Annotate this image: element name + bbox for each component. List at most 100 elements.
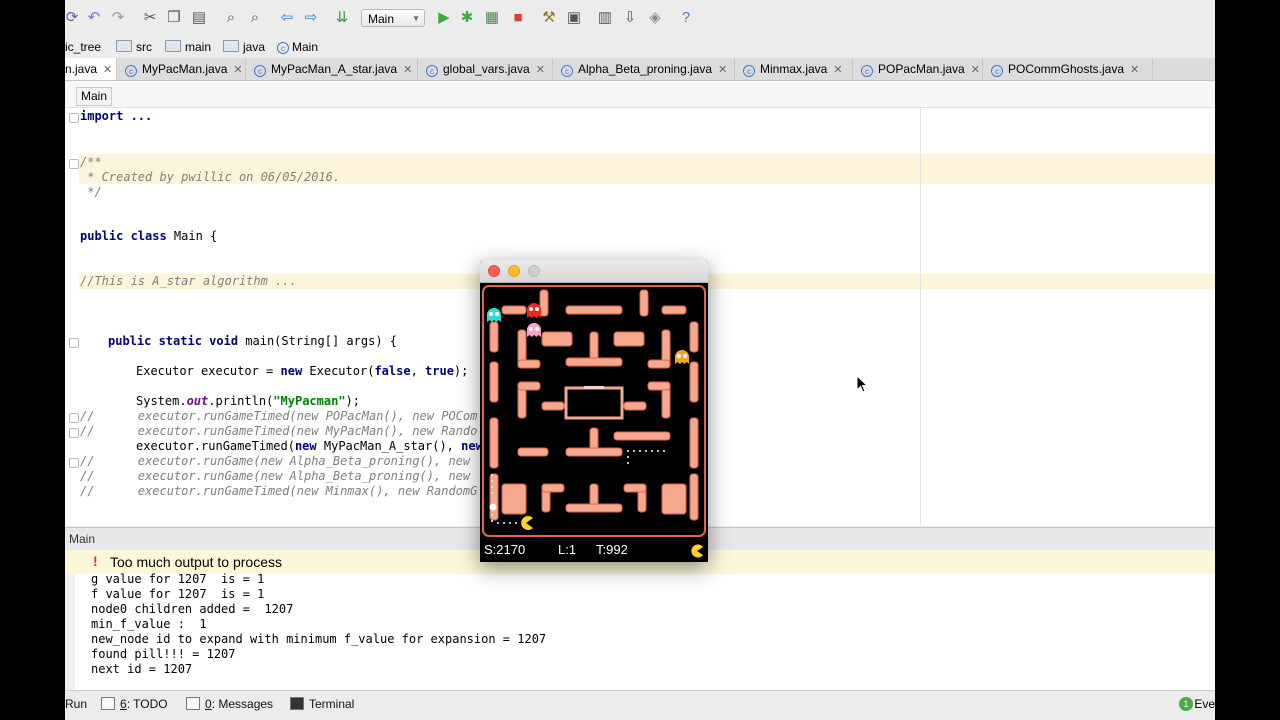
copy-icon[interactable]: ❐ [165, 9, 183, 27]
undo-icon[interactable]: ↶ [85, 9, 103, 27]
pacman-game-window[interactable]: S:2170 L:1 T:992 [480, 260, 708, 562]
maze-wall [613, 431, 671, 441]
help-icon[interactable]: ? [677, 9, 695, 27]
zoom-window-button[interactable] [528, 265, 540, 277]
maze-wall [623, 401, 647, 411]
close-icon[interactable]: ✕ [536, 64, 545, 76]
build-icon[interactable]: ⇊ [333, 9, 351, 27]
console-line: new_node id to expand with minimum f_val… [91, 632, 547, 646]
cut-icon[interactable]: ✂ [141, 9, 159, 27]
close-icon[interactable]: ✕ [403, 64, 412, 76]
back-icon[interactable]: ⇦ [278, 9, 296, 27]
close-icon[interactable]: ✕ [103, 64, 112, 76]
tab-popacman[interactable]: c POPacMan.java ✕ [853, 58, 983, 80]
sync-icon[interactable]: ⟳ [65, 9, 81, 27]
code-line-class: public class Main { [80, 229, 217, 244]
crumb-class[interactable]: c Main [277, 39, 318, 55]
cursor-shape [856, 375, 868, 393]
replace-icon[interactable]: ⌕ [246, 9, 264, 27]
game-titlebar[interactable] [480, 260, 708, 283]
crumb-java[interactable]: java [223, 39, 265, 55]
ghost-eye [529, 327, 533, 331]
console-line: node0 children added = 1207 [91, 602, 294, 616]
run-icon[interactable]: ▶ [435, 9, 453, 27]
tab-label: global_vars.java [443, 62, 530, 76]
tab-mypacman-a-star[interactable]: c MyPacMan_A_star.java ✕ [246, 58, 418, 80]
ghost-body [487, 308, 501, 322]
structure-nav-main[interactable]: Main [76, 87, 113, 106]
code-line-javadoc-close: */ [80, 185, 102, 199]
run-panel-title: Main [69, 532, 96, 546]
lives-pacman-shape [691, 544, 703, 558]
console-line: found pill!!! = 1207 [91, 647, 236, 661]
tab-pocommghosts[interactable]: c POCommGhosts.java ✕ [983, 58, 1153, 80]
maze-wall [623, 483, 647, 493]
todo-tool-button[interactable]: 6: TODO [101, 697, 168, 711]
class-icon: c [426, 65, 438, 77]
sdk-manager-icon[interactable]: ▥ [596, 9, 614, 27]
settings-icon[interactable]: ⚒ [540, 9, 558, 27]
console-output[interactable]: g value for 1207 is = 1 f value for 1207… [65, 572, 1215, 690]
pill [645, 450, 647, 452]
download-icon[interactable]: ⇩ [621, 9, 639, 27]
main-toolbar: ⟳ ↶ ↷ ✂ ❐ ▤ ⌕ ⌕ ⇦ ⇨ ⇊ Main ▼ ▶ ✱ ▦ ■ ⚒ ▣… [65, 0, 1215, 37]
fold-icon[interactable] [69, 338, 79, 348]
pill [491, 492, 493, 494]
ghost-eye [495, 312, 499, 316]
coverage-icon[interactable]: ▦ [483, 9, 501, 27]
event-log-label[interactable]: Eve [1194, 697, 1215, 711]
fold-icon[interactable] [69, 113, 79, 123]
console-line: g value for 1207 is = 1 [91, 572, 265, 586]
tab-mypacman[interactable]: c MyPacMan.java ✕ [117, 58, 246, 80]
pill [657, 450, 659, 452]
close-icon[interactable]: ✕ [718, 64, 727, 76]
messages-tool-button[interactable]: 0: Messages [186, 697, 273, 711]
todo-icon [101, 697, 115, 710]
maze-wall [539, 289, 549, 317]
fold-icon[interactable] [69, 458, 79, 468]
project-structure-icon[interactable]: ▣ [565, 9, 583, 27]
level-text: L:1 [558, 542, 577, 557]
class-icon: c [991, 65, 1003, 77]
ghost-house [564, 386, 624, 420]
close-icon[interactable]: ✕ [833, 64, 842, 76]
tab-global-vars[interactable]: c global_vars.java ✕ [418, 58, 553, 80]
tab-minmax[interactable]: c Minmax.java ✕ [735, 58, 853, 80]
fold-icon[interactable] [69, 413, 79, 423]
run-config-select[interactable]: Main ▼ [361, 9, 425, 27]
score-text: S:2170 [484, 542, 526, 557]
redo-icon[interactable]: ↷ [109, 9, 127, 27]
fold-icon[interactable] [69, 159, 79, 169]
close-icon[interactable]: ✕ [1130, 64, 1139, 76]
forward-icon[interactable]: ⇨ [302, 9, 320, 27]
maze-wall [501, 483, 527, 515]
crumb-label: ic_tree [65, 40, 102, 54]
close-window-button[interactable] [488, 265, 500, 277]
crumb-src[interactable]: src [116, 39, 152, 55]
crumb-label: java [243, 40, 266, 54]
messages-mnemonic: 0 [205, 697, 212, 711]
debug-icon[interactable]: ✱ [458, 9, 476, 27]
event-log-badge[interactable]: 1 [1179, 697, 1193, 711]
close-icon[interactable]: ✕ [971, 64, 980, 76]
find-icon[interactable]: ⌕ [222, 9, 240, 27]
stop-icon[interactable]: ■ [509, 9, 527, 27]
paste-icon[interactable]: ▤ [190, 9, 208, 27]
tab-alpha-beta[interactable]: c Alpha_Beta_proning.java ✕ [553, 58, 735, 80]
console-line: min_f_value : 1 [91, 617, 207, 631]
android-icon[interactable]: ◈ [646, 9, 664, 27]
fold-icon[interactable] [69, 428, 79, 438]
code-token: , [410, 364, 426, 378]
crumb-main[interactable]: main [165, 39, 211, 55]
code-token: .println( [208, 394, 274, 408]
lives-pacman-icon [691, 544, 703, 558]
close-icon[interactable]: ✕ [233, 64, 242, 76]
minimize-window-button[interactable] [508, 265, 520, 277]
run-tool-button[interactable]: Run [65, 697, 87, 711]
crumb-project[interactable]: ic_tree [65, 39, 101, 55]
ghost-eye [535, 327, 539, 331]
code-line-commented: // executor.runGameTimed(new Minmax(), n… [80, 484, 478, 498]
terminal-tool-button[interactable]: Terminal [290, 697, 354, 711]
tab-main[interactable]: n.java ✕ [65, 58, 117, 80]
main-signature: main(String[] args) { [238, 334, 397, 348]
